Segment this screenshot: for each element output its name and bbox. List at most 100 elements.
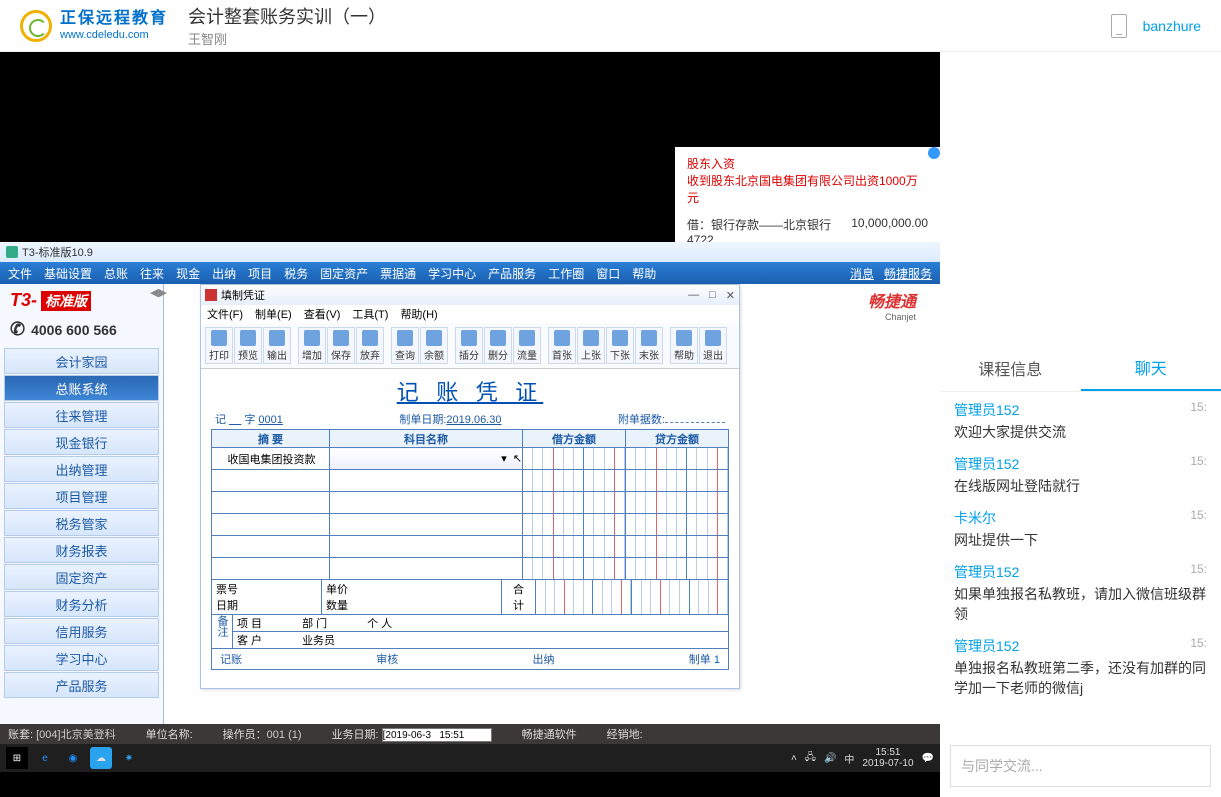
foot-no: 票号 (216, 581, 317, 597)
tool-下张[interactable]: 下张 (606, 327, 634, 364)
menu-4[interactable]: 现金 (176, 265, 200, 282)
mobile-icon[interactable] (1111, 14, 1127, 38)
vmenu-0[interactable]: 文件(F) (207, 306, 243, 322)
tool-流量[interactable]: 流量 (513, 327, 541, 364)
remark-row: 备注 项 目部 门个 人 客 户业务员 (211, 615, 729, 649)
tray-volume-icon[interactable]: 🔊 (824, 753, 836, 764)
chat-input[interactable]: 与同学交流... (950, 745, 1211, 787)
tab-course-info[interactable]: 课程信息 (940, 344, 1081, 391)
nav-item-7[interactable]: 财务报表 (4, 537, 159, 563)
minimize-icon[interactable]: — (688, 289, 699, 302)
tool-放弃[interactable]: 放弃 (356, 327, 384, 364)
nav-item-2[interactable]: 往来管理 (4, 402, 159, 428)
nav-item-3[interactable]: 现金银行 (4, 429, 159, 455)
tool-余额[interactable]: 余额 (420, 327, 448, 364)
tray-ime-icon[interactable]: 中 (844, 751, 854, 766)
credit-cell[interactable] (626, 448, 729, 470)
menu-10[interactable]: 学习中心 (428, 265, 476, 282)
tool-icon (362, 330, 378, 346)
notification-icon[interactable]: 💬 (922, 753, 934, 764)
voucher-titlebar[interactable]: 填制凭证 — □ ✕ (201, 285, 739, 305)
maximize-icon[interactable]: □ (709, 289, 716, 302)
nav-item-0[interactable]: 会计家园 (4, 348, 159, 374)
tray-up-icon[interactable]: ˄ (791, 753, 797, 764)
menu-13[interactable]: 窗口 (596, 265, 620, 282)
vattach-lbl: 附单据数: (618, 414, 665, 426)
taskbar-clock[interactable]: 15:51 2019-07-10 (862, 747, 913, 769)
task-icon-2[interactable]: ✷ (118, 747, 140, 769)
menu-8[interactable]: 固定资产 (320, 265, 368, 282)
tool-退出[interactable]: 退出 (699, 327, 727, 364)
voucher-footer-1: 票号 日期 单价 数量 合 计 (211, 580, 729, 615)
nav-item-1[interactable]: 总账系统 (4, 375, 159, 401)
nav-item-6[interactable]: 税务管家 (4, 510, 159, 536)
tool-首张[interactable]: 首张 (548, 327, 576, 364)
tool-增加[interactable]: 增加 (298, 327, 326, 364)
tool-上张[interactable]: 上张 (577, 327, 605, 364)
edge-icon[interactable]: e (34, 747, 56, 769)
col-debit: 借方金额 (523, 430, 626, 448)
menu-11[interactable]: 产品服务 (488, 265, 536, 282)
menu-5[interactable]: 出纳 (212, 265, 236, 282)
nav-item-4[interactable]: 出纳管理 (4, 456, 159, 482)
nav-item-11[interactable]: 学习中心 (4, 645, 159, 671)
menu-12[interactable]: 工作圈 (548, 265, 584, 282)
collapse-handle-icon[interactable]: ◀▶ (150, 286, 167, 299)
tool-保存[interactable]: 保存 (327, 327, 355, 364)
nav-item-5[interactable]: 项目管理 (4, 483, 159, 509)
menu-3[interactable]: 往来 (140, 265, 164, 282)
status-oper-lbl: 操作员： (223, 729, 267, 741)
menu-14[interactable]: 帮助 (632, 265, 656, 282)
vmenu-4[interactable]: 帮助(H) (400, 306, 437, 322)
nav-item-12[interactable]: 产品服务 (4, 672, 159, 698)
menu-7[interactable]: 税务 (284, 265, 308, 282)
vmenu-2[interactable]: 查看(V) (304, 306, 341, 322)
chat-user: 管理员152 (954, 454, 1019, 474)
chanjet-cn: 畅捷通 (868, 294, 916, 311)
menu-9[interactable]: 票据通 (380, 265, 416, 282)
tool-末张[interactable]: 末张 (635, 327, 663, 364)
tool-插分[interactable]: 插分 (455, 327, 483, 364)
menu-1[interactable]: 基础设置 (44, 265, 92, 282)
menubar-service[interactable]: 畅捷服务 (884, 265, 932, 282)
vmenu-1[interactable]: 制单(E) (255, 306, 292, 322)
tool-预览[interactable]: 预览 (234, 327, 262, 364)
menu-0[interactable]: 文件 (8, 265, 32, 282)
remark-proj: 项 目 (237, 615, 262, 631)
status-bizdate-input[interactable] (382, 728, 492, 742)
subject-cell[interactable]: ▾ ↖ (329, 448, 522, 470)
tool-查询[interactable]: 查询 (391, 327, 419, 364)
nav-item-9[interactable]: 财务分析 (4, 591, 159, 617)
menu-2[interactable]: 总账 (104, 265, 128, 282)
nav-item-8[interactable]: 固定资产 (4, 564, 159, 590)
logo[interactable]: 正保远程教育 www.cdeledu.com (20, 9, 168, 41)
nav-item-10[interactable]: 信用服务 (4, 618, 159, 644)
menubar-msg[interactable]: 消息 (850, 265, 874, 282)
vmenu-3[interactable]: 工具(T) (352, 306, 388, 322)
tool-打印[interactable]: 打印 (205, 327, 233, 364)
app-task-icon[interactable]: ☁ (90, 747, 112, 769)
remark-dept: 部 门 (302, 615, 327, 631)
attach-count[interactable] (665, 413, 725, 423)
status-oper: 001 (1) (267, 729, 302, 741)
close-icon[interactable]: ✕ (726, 289, 735, 302)
chat-item: 管理员15215:欢迎大家提供交流 (954, 400, 1207, 442)
hotline-number: 4006 600 566 (31, 322, 117, 338)
debit-cell[interactable] (523, 448, 626, 470)
start-button[interactable]: ⊞ (6, 747, 28, 769)
menu-6[interactable]: 项目 (248, 265, 272, 282)
chat-user: 管理员152 (954, 400, 1019, 420)
voucher-no[interactable]: 0001 (258, 414, 282, 426)
tool-删分[interactable]: 删分 (484, 327, 512, 364)
tool-输出[interactable]: 输出 (263, 327, 291, 364)
remark-biz: 业务员 (302, 632, 335, 648)
user-name[interactable]: banzhure (1143, 18, 1201, 34)
summary-cell[interactable]: 收国电集团投资款 (212, 448, 330, 470)
course-title: 会计整套账务实训（一） (188, 3, 386, 29)
tool-帮助[interactable]: 帮助 (670, 327, 698, 364)
voucher-date[interactable]: 2019.06.30 (446, 414, 501, 426)
tab-chat[interactable]: 聊天 (1081, 344, 1221, 391)
tray-network-icon[interactable]: 🖧 (805, 750, 816, 767)
tool-icon (304, 330, 320, 346)
browser-icon[interactable]: ◉ (62, 747, 84, 769)
